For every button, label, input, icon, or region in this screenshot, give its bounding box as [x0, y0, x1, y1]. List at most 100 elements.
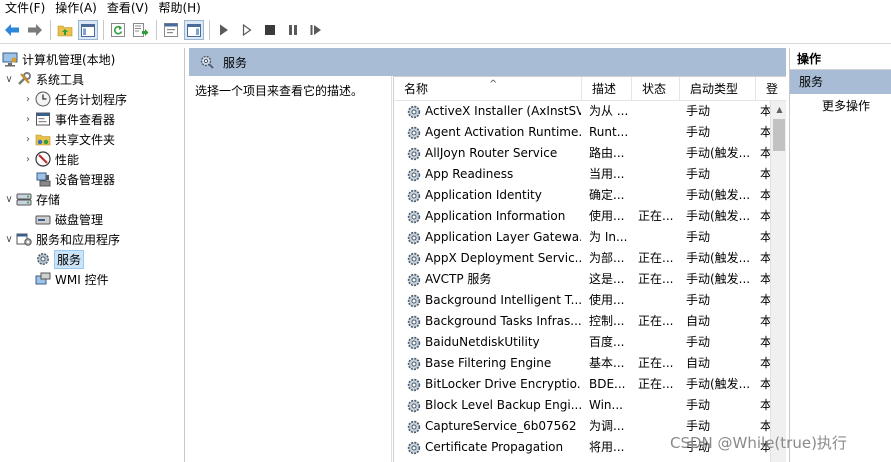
tree-item-storage[interactable]: ∨ 存储 [2, 189, 60, 209]
service-row[interactable]: Background Intelligent T... 使用... 手动本 [394, 290, 772, 311]
disk-management-icon [35, 211, 51, 227]
service-description: 基本... [589, 356, 625, 370]
column-header-description[interactable]: 描述 [582, 77, 632, 101]
column-label-startup-type: 启动类型 [690, 82, 739, 96]
collapsed-chevron-icon[interactable]: › [21, 149, 35, 169]
tree-label: 系统工具 [36, 72, 85, 87]
stop-service-button[interactable] [260, 20, 280, 40]
column-header-startup-type[interactable]: 启动类型 [680, 77, 756, 101]
tree-item-performance[interactable]: › 性能 [21, 149, 79, 169]
service-row[interactable]: ActiveX Installer (AxInstSV) 为从 ... 手动本 [394, 101, 772, 122]
storage-icon [16, 191, 32, 207]
export-list-icon [133, 23, 149, 37]
service-startup-type: 手动 [686, 398, 711, 412]
service-name: Certificate Propagation [425, 440, 564, 454]
scrollbar-thumb[interactable] [773, 119, 785, 151]
tree-item-system-tools[interactable]: ∨ 系统工具 [2, 69, 84, 89]
scroll-up-arrow-icon[interactable]: ▲ [771, 101, 786, 118]
show-action-pane-button[interactable] [184, 20, 204, 40]
services-header-gear-icon [200, 55, 214, 69]
tree-label: 磁盘管理 [55, 212, 104, 227]
services-header-title: 服务 [223, 55, 248, 70]
service-startup-type: 手动 [686, 167, 711, 181]
service-startup-type: 自动 [686, 356, 711, 370]
tree-item-services[interactable]: 服务 [21, 249, 85, 269]
show-hide-tree-button[interactable] [78, 20, 98, 40]
service-name: ActiveX Installer (AxInstSV) [425, 104, 581, 118]
service-row[interactable]: Application Layer Gatewa... 为 In... 手动本 [394, 227, 772, 248]
service-row[interactable]: Application Information 使用... 正在... 手动(触发..… [394, 206, 772, 227]
service-row[interactable]: BitLocker Drive Encryptio... BDE... 正在... 手… [394, 374, 772, 395]
start-service-outline-button[interactable] [237, 20, 257, 40]
service-row[interactable]: Application Identity 确定... 手动(触发... 本 [394, 185, 772, 206]
service-row[interactable]: App Readiness 当用... 手动本 [394, 164, 772, 185]
service-description: Runt... [589, 125, 629, 139]
service-gear-icon [406, 377, 422, 393]
export-list-button[interactable] [131, 20, 151, 40]
tree-item-wmi-control[interactable]: WMI 控件 [21, 269, 109, 289]
service-gear-icon [406, 419, 422, 435]
expanded-chevron-icon[interactable]: ∨ [2, 229, 16, 249]
actions-section-services[interactable]: 服务 [790, 70, 891, 94]
menu-view[interactable]: 查看(V) [102, 0, 154, 16]
service-description-pane: 选择一个项目来查看它的描述。 [189, 76, 392, 462]
service-status: 正在... [638, 314, 674, 328]
back-icon [5, 24, 19, 36]
service-row[interactable]: AVCTP 服务 这是... 正在... 手动(触发... 本 [394, 269, 772, 290]
service-row[interactable]: Agent Activation Runtime... Runt... 手动本 [394, 122, 772, 143]
service-description: 为 In... [589, 230, 628, 244]
services-applications-icon [16, 231, 32, 247]
collapsed-chevron-icon[interactable]: › [21, 109, 35, 129]
menu-action[interactable]: 操作(A) [50, 0, 102, 16]
tree-item-task-scheduler[interactable]: › 任务计划程序 [21, 89, 127, 109]
service-description: 当用... [589, 167, 625, 181]
service-row[interactable]: Block Level Backup Engi... Win... 手动本 [394, 395, 772, 416]
service-description: 为从 ... [589, 104, 629, 118]
service-gear-icon [406, 314, 422, 330]
collapsed-chevron-icon[interactable]: › [21, 129, 35, 149]
service-row[interactable]: AppX Deployment Servic... 为部... 正在... 手动(触发… [394, 248, 772, 269]
tree-item-services-and-applications[interactable]: ∨ 服务和应用程序 [2, 229, 120, 249]
service-startup-type: 手动(触发... [686, 377, 751, 391]
column-header-name[interactable]: 名称 ^ [394, 77, 582, 101]
collapsed-chevron-icon[interactable]: › [21, 89, 35, 109]
event-viewer-icon [35, 111, 51, 127]
start-service-button[interactable] [214, 20, 234, 40]
tree-item-event-viewer[interactable]: › 事件查看器 [21, 109, 115, 129]
service-row[interactable]: AllJoyn Router Service 路由... 手动(触发... 本 [394, 143, 772, 164]
service-row[interactable]: Background Tasks Infras... 控制... 正在... 自动本 [394, 311, 772, 332]
menu-help[interactable]: 帮助(H) [153, 0, 205, 16]
service-name: AllJoyn Router Service [425, 146, 558, 160]
pause-service-button[interactable] [283, 20, 303, 40]
service-row[interactable]: Base Filtering Engine 基本... 正在... 自动本 [394, 353, 772, 374]
description-hint: 选择一个项目来查看它的描述。 [195, 84, 364, 98]
service-startup-type: 手动 [686, 293, 711, 307]
menu-file[interactable]: 文件(F) [0, 0, 50, 16]
tree-item-computer-management[interactable]: 计算机管理(本地) [2, 49, 115, 69]
service-name: Block Level Backup Engi... [425, 398, 581, 412]
tree-item-disk-management[interactable]: 磁盘管理 [21, 209, 103, 229]
tree-item-shared-folders[interactable]: › 共享文件夹 [21, 129, 115, 149]
toolbar-separator [156, 20, 157, 40]
column-header-status[interactable]: 状态 [632, 77, 680, 101]
restart-service-button[interactable] [306, 20, 326, 40]
service-gear-icon [406, 146, 422, 162]
service-row[interactable]: BaiduNetdiskUtility 百度... 手动本 [394, 332, 772, 353]
service-gear-icon [406, 272, 422, 288]
more-actions-link[interactable]: 更多操作 [790, 94, 891, 118]
back-button[interactable] [2, 20, 22, 40]
column-header-log-on-as[interactable]: 登 [756, 77, 786, 101]
expanded-chevron-icon[interactable]: ∨ [2, 69, 16, 89]
stop-service-icon [265, 25, 275, 35]
up-folder-button[interactable] [55, 20, 75, 40]
expanded-chevron-icon[interactable]: ∨ [2, 189, 16, 209]
forward-button[interactable] [25, 20, 45, 40]
device-manager-icon [35, 171, 51, 187]
service-description: 使用... [589, 293, 625, 307]
refresh-button[interactable] [108, 20, 128, 40]
tree-item-device-manager[interactable]: 设备管理器 [21, 169, 115, 189]
service-description: 将用... [589, 440, 625, 454]
refresh-icon [111, 23, 125, 37]
vertical-scrollbar[interactable]: ▲ [770, 101, 786, 462]
help-button[interactable] [161, 20, 181, 40]
